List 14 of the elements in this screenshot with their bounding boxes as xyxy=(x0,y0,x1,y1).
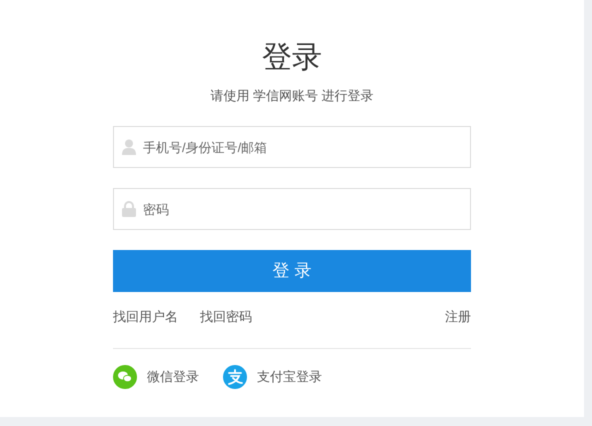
username-field[interactable]: 手机号/身份证号/邮箱 xyxy=(113,126,471,168)
lock-icon xyxy=(122,201,136,217)
register-link[interactable]: 注册 xyxy=(445,307,471,326)
subtitle: 请使用 学信网账号 进行登录 xyxy=(210,87,374,105)
page-title: 登录 xyxy=(262,40,322,76)
social-login-link[interactable]: 微信登录 xyxy=(147,366,199,386)
user-icon xyxy=(122,139,136,155)
social-login-link[interactable]: 支付宝登录 xyxy=(257,366,322,386)
alipay-icon[interactable] xyxy=(223,364,247,388)
recovery-link[interactable]: 找回密码 xyxy=(200,307,252,326)
login-button[interactable]: 登 录 xyxy=(113,250,471,292)
wechat-icon[interactable] xyxy=(113,364,137,388)
recovery-link[interactable]: 找回用户名 xyxy=(113,307,178,326)
password-field[interactable]: 密码 xyxy=(113,188,471,230)
